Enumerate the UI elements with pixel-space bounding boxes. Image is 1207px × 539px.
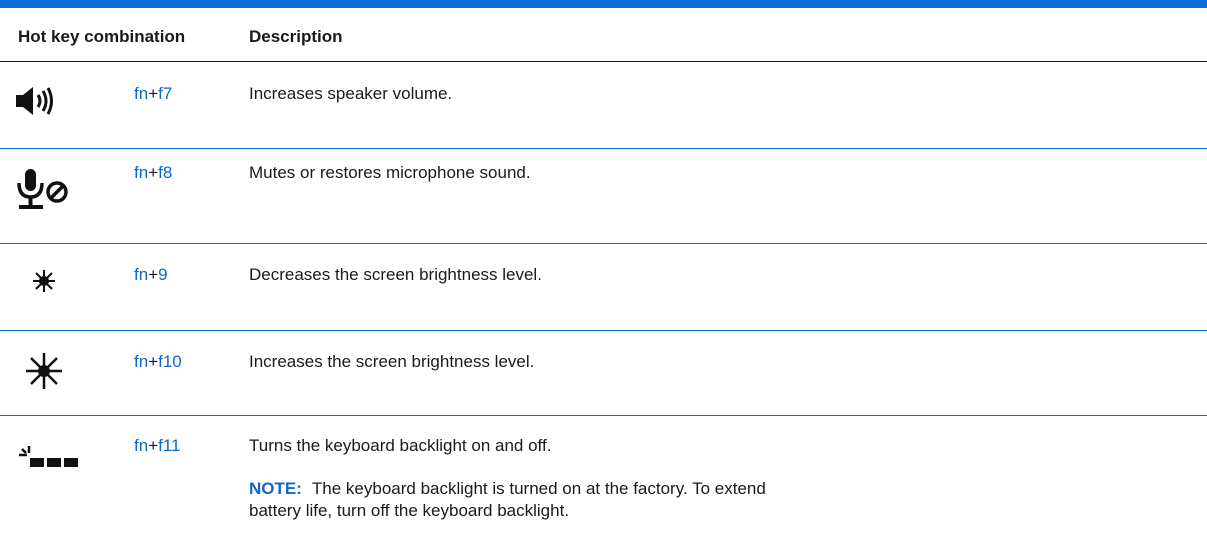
- key-f10[interactable]: f10: [158, 352, 182, 371]
- note-text: The keyboard backlight is turned on at t…: [249, 479, 766, 520]
- speaker-volume-up-icon: [14, 84, 104, 118]
- row-description: Decreases the screen brightness level.: [249, 265, 542, 284]
- key-9[interactable]: 9: [158, 265, 167, 284]
- row-description: Increases the screen brightness level.: [249, 352, 535, 371]
- table-row: fn+f8 Mutes or restores microphone sound…: [0, 149, 1207, 243]
- brightness-down-icon: [14, 266, 104, 296]
- key-fn[interactable]: fn: [134, 436, 148, 455]
- key-fn[interactable]: fn: [134, 352, 148, 371]
- hotkey-combination: fn+f11: [134, 436, 181, 456]
- hotkey-combination: fn+9: [134, 265, 168, 285]
- hotkey-combination: fn+f7: [134, 84, 172, 104]
- key-f7[interactable]: f7: [158, 84, 172, 103]
- key-fn[interactable]: fn: [134, 163, 148, 182]
- note: NOTE: The keyboard backlight is turned on…: [249, 478, 809, 522]
- plus-sign: +: [148, 436, 159, 455]
- table-row: fn+f7 Increases speaker volume.: [0, 62, 1207, 148]
- table-row: fn+f10 Increases the screen brightness l…: [0, 331, 1207, 415]
- row-description: Mutes or restores microphone sound.: [249, 163, 531, 182]
- hotkey-combination: fn+f8: [134, 163, 172, 183]
- row-description: Turns the keyboard backlight on and off.: [249, 436, 552, 455]
- key-fn[interactable]: fn: [134, 84, 148, 103]
- keyboard-backlight-icon: [14, 442, 104, 472]
- header-description: Description: [249, 27, 343, 46]
- hotkey-combination: fn+f10: [134, 352, 182, 372]
- plus-sign: +: [148, 84, 159, 103]
- table-row: fn+f11 Turns the keyboard backlight on a…: [0, 416, 1207, 539]
- plus-sign: +: [148, 163, 159, 182]
- header-hot-key-combination: Hot key combination: [18, 27, 186, 46]
- note-label: NOTE:: [249, 479, 302, 498]
- microphone-mute-icon: [14, 167, 104, 213]
- brightness-up-icon: [14, 351, 104, 391]
- table-row: fn+9 Decreases the screen brightness lev…: [0, 244, 1207, 330]
- plus-sign: +: [148, 265, 159, 284]
- key-f8[interactable]: f8: [158, 163, 172, 182]
- plus-sign: +: [148, 352, 159, 371]
- key-f11[interactable]: f11: [158, 436, 180, 455]
- key-fn[interactable]: fn: [134, 265, 148, 284]
- top-rule: [0, 0, 1207, 8]
- table-header: Hot key combination Description: [0, 8, 1207, 62]
- row-description: Increases speaker volume.: [249, 84, 453, 103]
